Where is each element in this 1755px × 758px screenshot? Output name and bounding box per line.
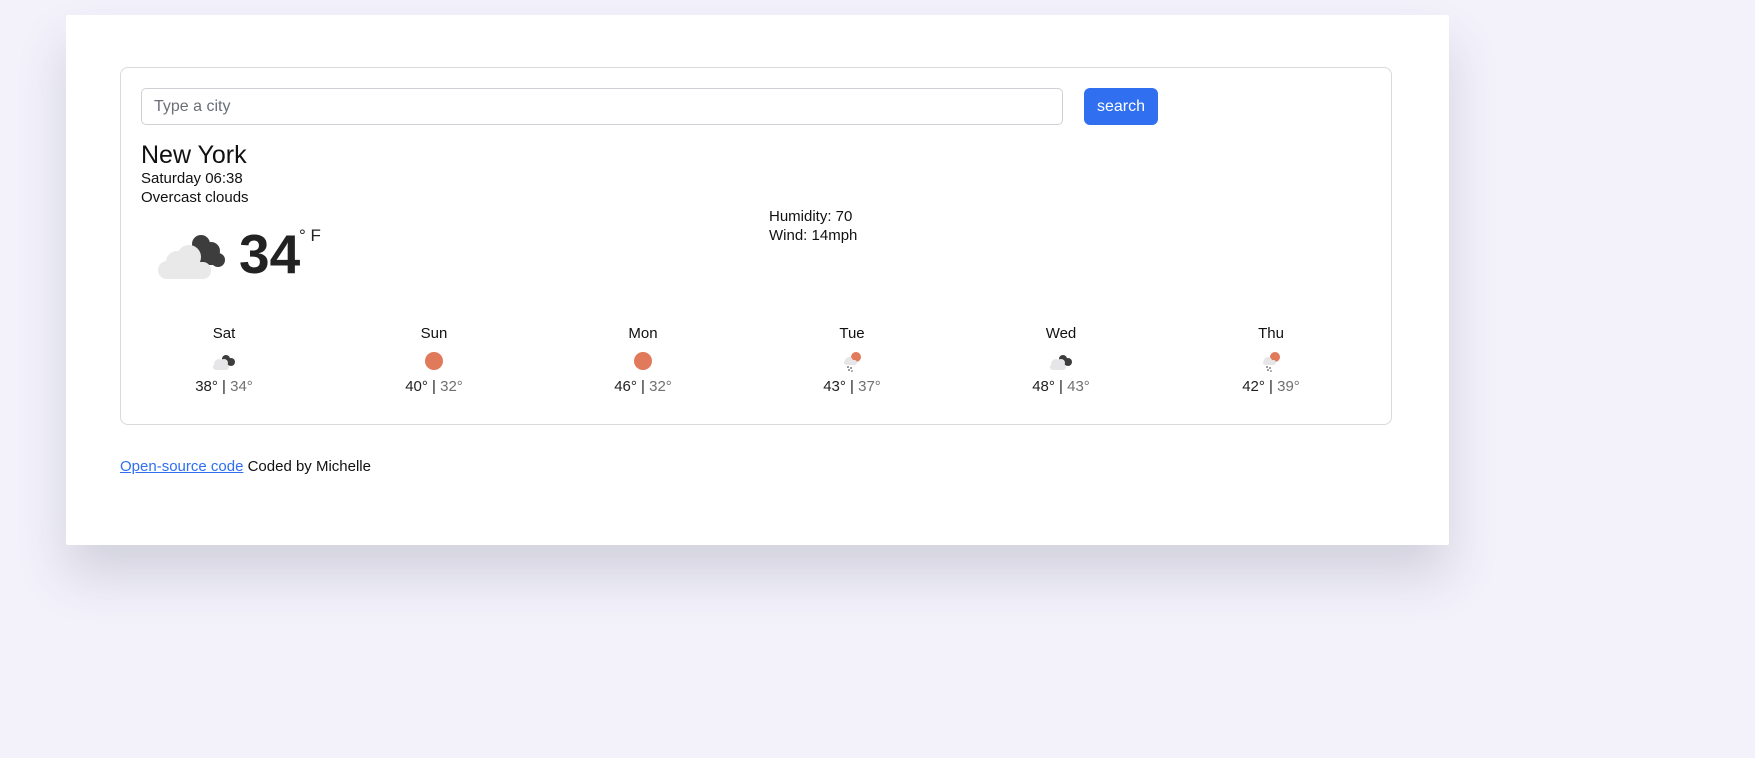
- weather-app: search New York Saturday 06:38 Overcast …: [120, 67, 1392, 425]
- forecast-day-label: Tue: [839, 325, 865, 342]
- sun-icon: [425, 352, 443, 370]
- footer: Open-source code Coded by Michelle: [120, 458, 371, 476]
- temp-separator: |: [222, 378, 226, 395]
- temp-separator: |: [1059, 378, 1063, 395]
- wind: Wind: 14mph: [769, 227, 858, 244]
- search-button[interactable]: search: [1084, 88, 1158, 125]
- city-search-input[interactable]: [141, 88, 1063, 125]
- open-source-link[interactable]: Open-source code: [120, 458, 243, 475]
- weather-description: Overcast clouds: [141, 189, 249, 206]
- temp-separator: |: [641, 378, 645, 395]
- humidity: Humidity: 70: [769, 208, 853, 225]
- forecast-max: 40°: [405, 378, 428, 395]
- forecast-max: 48°: [1032, 378, 1055, 395]
- temp-separator: |: [1269, 378, 1273, 395]
- forecast-temps: 38° | 34°: [154, 378, 294, 396]
- forecast-min: 32°: [649, 378, 672, 395]
- forecast-temps: 48° | 43°: [991, 378, 1131, 396]
- forecast-row: Sat 38° | 34° Sun 40° | 32° Mon 46° | 32…: [141, 325, 1398, 405]
- forecast-day: Sat 38° | 34°: [154, 325, 294, 396]
- overcast-clouds-icon: [158, 235, 225, 279]
- clouds-icon: [213, 355, 235, 370]
- forecast-day-label: Thu: [1258, 325, 1284, 342]
- forecast-max: 42°: [1242, 378, 1265, 395]
- forecast-min: 39°: [1277, 378, 1300, 395]
- forecast-day: Wed 48° | 43°: [991, 325, 1131, 396]
- forecast-temps: 46° | 32°: [573, 378, 713, 396]
- forecast-max: 38°: [195, 378, 218, 395]
- forecast-day-label: Mon: [628, 325, 658, 342]
- forecast-day-label: Wed: [1045, 325, 1077, 342]
- forecast-day-label: Sun: [420, 325, 448, 342]
- page-card: search New York Saturday 06:38 Overcast …: [66, 15, 1449, 545]
- rain-sun-icon: [844, 352, 861, 372]
- forecast-min: 34°: [230, 378, 253, 395]
- forecast-day: Tue 43° | 37°: [782, 325, 922, 396]
- forecast-min: 32°: [440, 378, 463, 395]
- forecast-min: 37°: [858, 378, 881, 395]
- clouds-icon: [1050, 355, 1072, 370]
- sun-icon: [634, 352, 652, 370]
- forecast-max: 46°: [614, 378, 637, 395]
- temperature-unit: ° F: [299, 226, 321, 245]
- forecast-day-label: Sat: [212, 325, 236, 342]
- forecast-temps: 40° | 32°: [364, 378, 504, 396]
- author-credit: Coded by Michelle: [247, 458, 371, 475]
- forecast-temps: 42° | 39°: [1201, 378, 1341, 396]
- forecast-day: Sun 40° | 32°: [364, 325, 504, 396]
- forecast-max: 43°: [823, 378, 846, 395]
- forecast-day: Mon 46° | 32°: [573, 325, 713, 396]
- rain-sun-icon: [1263, 352, 1280, 372]
- current-temperature: 34: [239, 223, 301, 285]
- temp-separator: |: [850, 378, 854, 395]
- current-date: Saturday 06:38: [141, 170, 243, 187]
- forecast-day: Thu 42° | 39°: [1201, 325, 1341, 396]
- forecast-min: 43°: [1067, 378, 1090, 395]
- temp-separator: |: [432, 378, 436, 395]
- city-name: New York: [141, 141, 247, 169]
- forecast-temps: 43° | 37°: [782, 378, 922, 396]
